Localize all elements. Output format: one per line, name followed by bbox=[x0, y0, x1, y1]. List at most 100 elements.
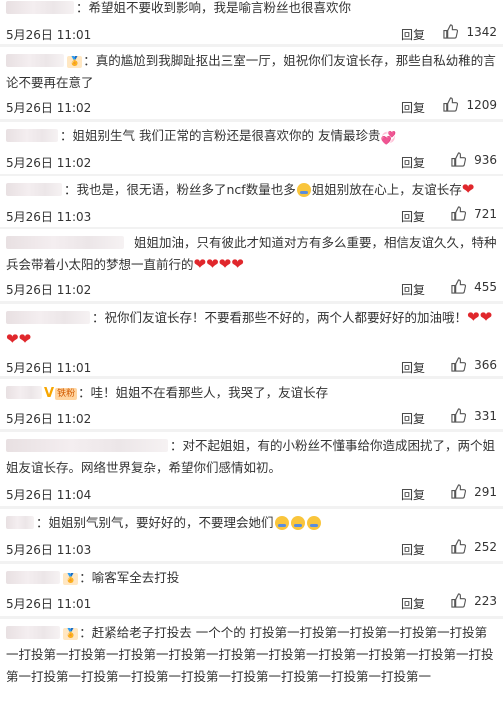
reply-button[interactable]: 回复 bbox=[401, 410, 425, 427]
like-count: 936 bbox=[474, 152, 497, 167]
reply-button[interactable]: 回复 bbox=[401, 99, 425, 116]
comment-meta: 5月26日 11:02 回复 331 bbox=[6, 408, 497, 428]
comment-date: 5月26日 11:01 bbox=[6, 28, 92, 42]
like-button[interactable]: 252 bbox=[451, 539, 497, 554]
fan-badge: 🏅 bbox=[67, 56, 83, 68]
comment-text: ：我也是，很无语，粉丝多了ncf数量也多 姐姐别放在心上，友谊长存❤ bbox=[6, 179, 497, 201]
like-count: 1342 bbox=[466, 24, 497, 39]
reply-button[interactable]: 回复 bbox=[401, 541, 425, 558]
like-count: 1209 bbox=[466, 97, 497, 112]
comment-item: 🏅 ：赶紧给老子打投去 一个个的 打投第一打投第一打投第一打投第一打投第一打投第一… bbox=[0, 619, 503, 711]
comment-meta: 5月26日 11:03 回复 252 bbox=[6, 539, 497, 559]
comment-item: ：对不起姐姐，有的小粉丝不懂事给你造成困扰了，两个姐姐友谊长存。网络世界复杂，希… bbox=[0, 432, 503, 506]
like-count: 366 bbox=[474, 357, 497, 372]
comment-date: 5月26日 11:02 bbox=[6, 283, 92, 297]
username-redacted[interactable] bbox=[6, 626, 60, 639]
comment-item: 🏅 ：真的尴尬到我脚趾抠出三室一厅，姐祝你们友谊长存，那些自私幼稚的言论不要再在意… bbox=[0, 47, 503, 119]
like-count: 331 bbox=[474, 408, 497, 423]
comment-text: ：姐姐别生气 我们正常的言粉还是很喜欢你的 友情最珍贵💞 bbox=[6, 125, 497, 149]
username-redacted[interactable] bbox=[6, 439, 168, 452]
thumbs-up-icon bbox=[451, 357, 467, 372]
comment-item: ：姐姐别气别气，要好好的，不要理会她们 5月26日 11:03 回复 252 bbox=[0, 509, 503, 561]
comment-date: 5月26日 11:02 bbox=[6, 156, 92, 170]
like-button[interactable]: 936 bbox=[451, 152, 497, 167]
like-button[interactable]: 1342 bbox=[443, 24, 497, 39]
reply-button[interactable]: 回复 bbox=[401, 359, 425, 376]
heart-icon: ❤❤ bbox=[467, 308, 493, 326]
fan-badge: 🏅 bbox=[63, 573, 79, 585]
comment-text: V 铁粉 ：哇！姐姐不在看那些人，我哭了，友谊长存 bbox=[6, 382, 497, 405]
reply-button[interactable]: 回复 bbox=[401, 595, 425, 612]
comment-text: ：对不起姐姐，有的小粉丝不懂事给你造成困扰了，两个姐姐友谊长存。网络世界复杂，希… bbox=[6, 438, 496, 475]
like-button[interactable]: 455 bbox=[451, 279, 497, 294]
heart-icon: ❤❤❤❤ bbox=[193, 255, 244, 273]
comment-date: 5月26日 11:01 bbox=[6, 597, 92, 611]
heart-icon: ❤❤ bbox=[6, 330, 32, 348]
comment-list: ：希望姐不要收到影响，我是喻言粉丝也很喜欢你 5月26日 11:01 回复 13… bbox=[0, 0, 503, 711]
comment-meta: 5月26日 11:02 回复 936 bbox=[6, 152, 497, 172]
username-redacted[interactable] bbox=[6, 571, 60, 584]
username-redacted[interactable] bbox=[6, 516, 34, 529]
comment-meta: 5月26日 11:02 回复 455 bbox=[6, 279, 497, 299]
comment-date: 5月26日 11:03 bbox=[6, 210, 92, 224]
like-button[interactable]: 331 bbox=[451, 408, 497, 423]
comment-item: ：我也是，很无语，粉丝多了ncf数量也多 姐姐别放在心上，友谊长存❤ 5月26日 … bbox=[0, 176, 503, 227]
fan-badge: 🏅 bbox=[63, 628, 79, 640]
like-button[interactable]: 721 bbox=[451, 206, 497, 221]
sweat-smile-emoji-icon bbox=[306, 516, 321, 530]
reply-button[interactable]: 回复 bbox=[401, 486, 425, 503]
username-redacted[interactable] bbox=[6, 54, 64, 67]
comment-meta: 5月26日 11:01 回复 1342 bbox=[6, 24, 497, 44]
thumbs-up-icon bbox=[451, 152, 467, 167]
sweat-smile-emoji-icon bbox=[274, 516, 289, 530]
comment-meta: 5月26日 11:04 回复 291 bbox=[6, 484, 497, 504]
verified-v-icon: V bbox=[44, 386, 55, 401]
sweat-smile-emoji-icon bbox=[296, 183, 311, 197]
comment-date: 5月26日 11:03 bbox=[6, 543, 92, 557]
comment-meta: 5月26日 11:02 回复 1209 bbox=[6, 97, 497, 117]
like-count: 721 bbox=[474, 206, 497, 221]
username-redacted[interactable] bbox=[6, 386, 42, 399]
username-redacted[interactable] bbox=[6, 236, 124, 249]
thumbs-up-icon bbox=[451, 593, 467, 608]
heart-icon: ❤ bbox=[461, 180, 475, 198]
username-redacted[interactable] bbox=[6, 183, 62, 196]
thumbs-up-icon bbox=[451, 539, 467, 554]
two-hearts-icon: 💞 bbox=[380, 130, 397, 145]
comment-date: 5月26日 11:01 bbox=[6, 361, 92, 375]
iron-fan-badge: 铁粉 bbox=[55, 388, 78, 400]
comment-text: ：祝你们友谊长存！不要看那些不好的，两个人都要好好的加油哦！❤❤ ❤❤ bbox=[6, 308, 493, 348]
comment-text: 姐姐加油，只有彼此才知道对方有多么重要，相信友谊久久，特种兵会带着小太阳的梦想一… bbox=[6, 235, 497, 273]
comment-date: 5月26日 11:02 bbox=[6, 101, 92, 115]
comment-text: 🏅 ：赶紧给老子打投去 一个个的 打投第一打投第一打投第一打投第一打投第一打投第一… bbox=[6, 625, 494, 684]
like-count: 291 bbox=[474, 484, 497, 499]
comment-item: V 铁粉 ：哇！姐姐不在看那些人，我哭了，友谊长存 5月26日 11:02 回复 3… bbox=[0, 379, 503, 429]
comment-item: 🏅 ：喻客军全去打投 5月26日 11:01 回复 223 bbox=[0, 564, 503, 616]
thumbs-up-icon bbox=[451, 484, 467, 499]
username-redacted[interactable] bbox=[6, 1, 74, 14]
like-button[interactable]: 291 bbox=[451, 484, 497, 499]
comment-item: ：姐姐别生气 我们正常的言粉还是很喜欢你的 友情最珍贵💞 5月26日 11:02… bbox=[0, 122, 503, 174]
reply-button[interactable]: 回复 bbox=[401, 26, 425, 43]
comment-text: 🏅 ：真的尴尬到我脚趾抠出三室一厅，姐祝你们友谊长存，那些自私幼稚的言论不要再在意… bbox=[6, 53, 496, 90]
like-count: 252 bbox=[474, 539, 497, 554]
thumbs-up-icon bbox=[443, 24, 459, 39]
comment-text: ：希望姐不要收到影响，我是喻言粉丝也很喜欢你 bbox=[6, 0, 497, 19]
reply-button[interactable]: 回复 bbox=[401, 208, 425, 225]
comment-item: 姐姐加油，只有彼此才知道对方有多么重要，相信友谊久久，特种兵会带着小太阳的梦想一… bbox=[0, 229, 503, 301]
username-redacted[interactable] bbox=[6, 129, 58, 142]
comment-item: ：希望姐不要收到影响，我是喻言粉丝也很喜欢你 5月26日 11:01 回复 13… bbox=[0, 0, 503, 44]
comment-meta: 5月26日 11:01 回复 223 bbox=[6, 593, 497, 613]
reply-button[interactable]: 回复 bbox=[401, 281, 425, 298]
like-button[interactable]: 1209 bbox=[443, 97, 497, 112]
like-button[interactable]: 223 bbox=[451, 593, 497, 608]
like-button[interactable]: 366 bbox=[451, 357, 497, 372]
thumbs-up-icon bbox=[451, 206, 467, 221]
thumbs-up-icon bbox=[451, 279, 467, 294]
reply-button[interactable]: 回复 bbox=[401, 154, 425, 171]
comment-text: ：姐姐别气别气，要好好的，不要理会她们 bbox=[6, 512, 497, 534]
username-redacted[interactable] bbox=[6, 311, 90, 324]
comment-text: 🏅 ：喻客军全去打投 bbox=[6, 567, 497, 589]
comment-date: 5月26日 11:04 bbox=[6, 488, 92, 502]
comment-meta: 5月26日 11:03 回复 721 bbox=[6, 206, 497, 226]
